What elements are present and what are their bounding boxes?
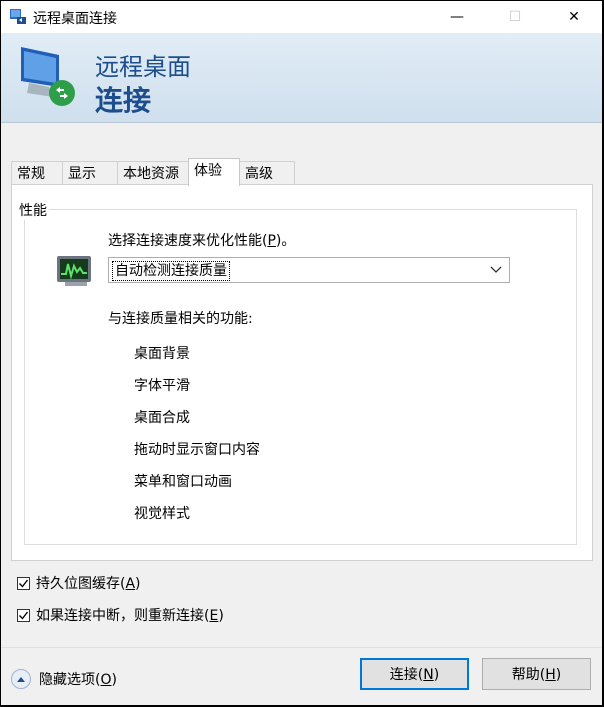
tab-local-resources[interactable]: 本地资源	[117, 161, 189, 185]
connection-quality-value: 自动检测连接质量	[112, 261, 230, 281]
feature-item-drag-window-contents: 拖动时显示窗口内容	[134, 442, 260, 458]
features-label: 与连接质量相关的功能:	[108, 311, 253, 327]
help-button-label: 帮助(H)	[511, 667, 562, 683]
checkmark-icon	[19, 611, 29, 620]
remote-desktop-logo-icon	[21, 47, 75, 106]
performance-group-title: 性能	[17, 200, 49, 220]
connect-button-label: 连接(N)	[389, 667, 440, 683]
feature-item-menu-window-animation: 菜单和窗口动画	[134, 474, 232, 490]
close-button[interactable]: ✕	[551, 1, 597, 33]
close-icon: ✕	[568, 9, 580, 25]
connect-button[interactable]: 连接(N)	[360, 658, 469, 690]
feature-item-desktop-background: 桌面背景	[134, 346, 190, 362]
persistent-cache-label: 持久位图缓存(A)	[36, 576, 141, 592]
tab-general[interactable]: 常规	[11, 161, 63, 185]
persistent-cache-option[interactable]: 持久位图缓存(A)	[17, 573, 141, 593]
banner-title-line2: 连接	[95, 84, 152, 117]
footer-divider	[1, 647, 602, 648]
banner: 远程桌面 连接	[1, 33, 602, 123]
feature-item-desktop-composition: 桌面合成	[134, 410, 190, 426]
remote-desktop-app-icon	[10, 9, 26, 24]
checkmark-icon	[19, 579, 29, 588]
chevron-up-icon	[11, 669, 31, 689]
tab-experience[interactable]: 体验	[188, 158, 240, 186]
window-title: 远程桌面连接	[33, 11, 117, 27]
tab-display[interactable]: 显示	[62, 161, 118, 185]
maximize-button[interactable]: ☐	[492, 1, 538, 33]
experience-tab-panel	[11, 184, 593, 561]
reconnect-checkbox[interactable]	[17, 608, 30, 622]
banner-title-line1: 远程桌面	[95, 53, 191, 81]
help-button[interactable]: 帮助(H)	[482, 658, 591, 690]
minimize-button[interactable]: —	[434, 1, 480, 33]
hide-options-toggle[interactable]: 隐藏选项(O)	[11, 669, 117, 689]
hide-options-label: 隐藏选项(O)	[39, 672, 117, 688]
persistent-cache-checkbox[interactable]	[17, 576, 30, 590]
title-bar: 远程桌面连接 — ☐ ✕	[1, 1, 602, 33]
maximize-icon: ☐	[508, 9, 522, 25]
feature-item-font-smoothing: 字体平滑	[134, 378, 190, 394]
feature-item-visual-styles: 视觉样式	[134, 506, 190, 522]
reconnect-label: 如果连接中断，则重新连接(E)	[36, 608, 224, 624]
tab-advanced[interactable]: 高级	[239, 161, 295, 185]
minimize-icon: —	[450, 9, 464, 25]
connection-quality-select[interactable]: 自动检测连接质量	[108, 257, 510, 283]
performance-monitor-icon	[57, 256, 91, 286]
remote-desktop-window: 远程桌面连接 — ☐ ✕ 远程桌面 连接 常规 显示 本地资源 体验 高级 性能…	[1, 1, 602, 705]
chevron-down-icon	[490, 266, 502, 273]
reconnect-option[interactable]: 如果连接中断，则重新连接(E)	[17, 605, 224, 625]
connection-speed-label: 选择连接速度来优化性能(P)。	[108, 233, 296, 249]
